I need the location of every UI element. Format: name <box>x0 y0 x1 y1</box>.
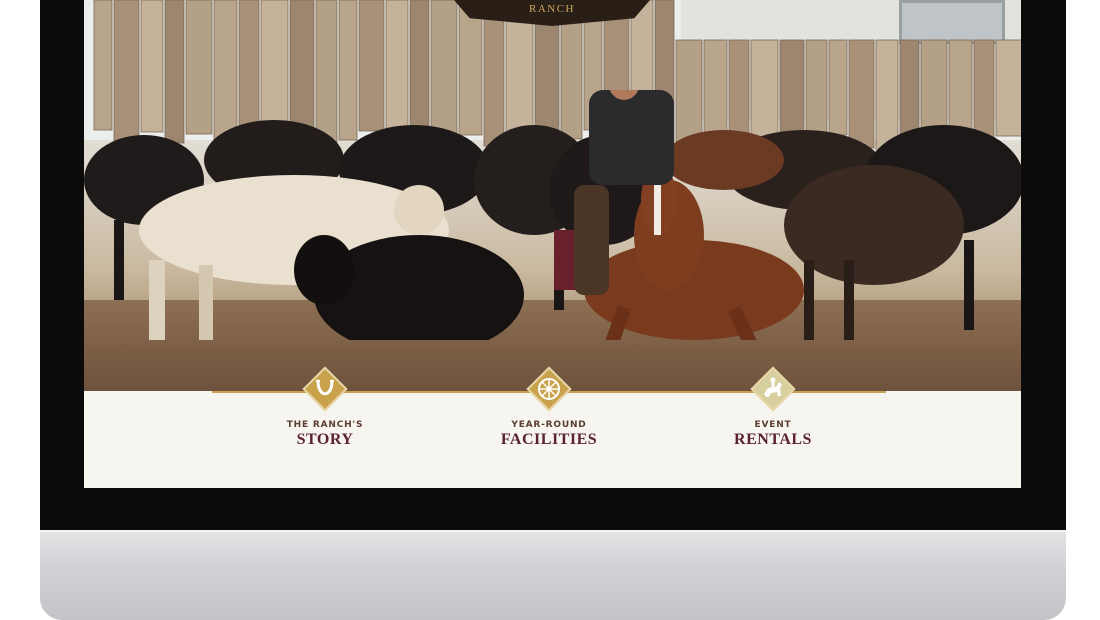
nav-title: RENTALS <box>734 431 812 448</box>
cow-leg <box>844 260 854 340</box>
diamond-badge <box>526 366 572 412</box>
black-calf-head <box>294 235 354 305</box>
nav-title: STORY <box>296 431 354 448</box>
nav-item-facilities[interactable]: YEAR-ROUND FACILITIES <box>449 366 649 449</box>
website-screen: RANCH THE RANCH'S STORY YEAR-ROUND FACIL… <box>84 0 1021 488</box>
horse-rider-icon <box>764 377 782 397</box>
cow-leg <box>804 260 814 340</box>
nav-title: FACILITIES <box>500 431 598 448</box>
wagon-wheel-icon <box>538 378 560 400</box>
cattle-herd <box>84 90 1021 340</box>
white-cow-head <box>394 185 444 235</box>
nav-item-rentals[interactable]: EVENT RENTALS <box>673 366 873 449</box>
nav-kicker: YEAR-ROUND <box>511 420 587 430</box>
nav-item-story[interactable]: THE RANCH'S STORY <box>225 366 425 449</box>
horse-blaze <box>654 185 661 235</box>
monitor-chin <box>40 530 1066 620</box>
cow-leg <box>964 240 974 330</box>
feature-nav: THE RANCH'S STORY YEAR-ROUND FACILITIES <box>84 366 1021 488</box>
white-cow-leg <box>149 260 165 340</box>
chin-highlight <box>40 530 1066 532</box>
horseshoe-icon <box>316 379 334 396</box>
rider-torso <box>589 90 674 185</box>
diamond-badge <box>302 366 348 412</box>
white-cow-leg <box>199 265 213 340</box>
hero-photo-cutting-horse: RANCH <box>84 0 1021 391</box>
cow-shape <box>664 130 784 190</box>
diamond-badge <box>750 366 796 412</box>
nav-kicker: THE RANCH'S <box>286 420 364 430</box>
rider-leg <box>574 185 609 295</box>
logo-text: RANCH <box>528 3 575 15</box>
nav-kicker: EVENT <box>754 420 792 430</box>
cow-leg <box>114 220 124 300</box>
